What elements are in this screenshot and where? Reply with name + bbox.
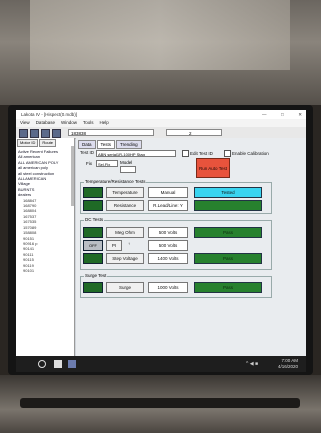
task-view-icon[interactable] (54, 360, 62, 368)
tab-tests[interactable]: Tests (96, 140, 116, 149)
maximize-button[interactable]: □ (281, 110, 284, 119)
dc-group-label: DC Tests (84, 217, 105, 222)
temperature-status: Tested (194, 187, 262, 198)
checkbox-box (182, 150, 189, 157)
tab-motor-id[interactable]: Motor ID (17, 139, 39, 147)
resistance-button[interactable]: Resistance (106, 200, 144, 211)
tab-route[interactable]: Route (39, 139, 57, 147)
step-voltage-status: Pass (194, 253, 262, 264)
temperature-mode[interactable]: Manual (148, 187, 188, 198)
tree-scrollbar[interactable] (71, 146, 74, 206)
refresh-icon[interactable] (52, 129, 61, 138)
step-voltage-indicator (83, 253, 103, 264)
meg-ohm-button[interactable]: Meg Ohm (106, 227, 144, 238)
meg-ohm-voltage[interactable]: 500 Volts (148, 227, 188, 238)
model-select[interactable] (120, 166, 136, 173)
open-icon[interactable] (19, 129, 28, 138)
menu-window[interactable]: Window (61, 119, 77, 127)
fix-label: Fix (86, 161, 92, 166)
run-auto-test-button[interactable]: Run Auto Test (196, 158, 230, 178)
tab-trending[interactable]: Trending (116, 140, 142, 149)
left-panel: Motor ID Route Active Recent Failures All… (16, 138, 75, 356)
fix-select[interactable]: Sel.Fix (96, 160, 118, 167)
clock-date: 4/16/2020 (277, 364, 298, 369)
tab-data[interactable]: Data (78, 140, 96, 149)
resistance-setting[interactable]: R.Lead/Line: Y (148, 200, 188, 211)
test-id-label: Test ID (80, 150, 95, 155)
meg-ohm-status: Pass (194, 227, 262, 238)
menu-view[interactable]: View (20, 119, 30, 127)
surge-button[interactable]: Surge (106, 282, 144, 293)
edit-test-id-checkbox[interactable]: Edit Test ID (182, 150, 213, 157)
checkbox-box (224, 150, 231, 157)
model-label: Model (120, 160, 133, 165)
close-button[interactable]: ✕ (298, 110, 302, 119)
monitor-screen: Lakota IV - [Hispect(0.mdb)] — □ ✕ View … (16, 110, 306, 372)
minimize-button[interactable]: — (262, 110, 267, 119)
left-tabs: Motor ID Route (16, 138, 74, 148)
temperature-group-label: Temperature/Resistance Tests (84, 179, 147, 184)
edit-test-id-label: Edit Test ID (190, 151, 213, 156)
test-id-select[interactable]: ABN serial1R-100HP Stag (96, 150, 176, 157)
toolbar-icons (19, 129, 61, 138)
surge-voltage[interactable]: 1000 Volts (148, 282, 188, 293)
temperature-button[interactable]: Temperature (106, 187, 144, 198)
up-arrow-icon[interactable]: ↑ (128, 241, 130, 246)
resistance-indicator (83, 200, 103, 211)
temperature-indicator (83, 187, 103, 198)
menu-bar: View Database Window Tools Help (16, 119, 306, 127)
window-title: Lakota IV - [Hispect(0.mdb)] (21, 112, 78, 117)
system-tray[interactable]: ^ ◀ ■ (246, 361, 258, 367)
surge-group-label: Surge Test (84, 273, 108, 278)
title-bar: Lakota IV - [Hispect(0.mdb)] — □ ✕ (16, 110, 306, 119)
menu-database[interactable]: Database (36, 119, 55, 127)
taskbar-clock[interactable]: 7:00 AM 4/16/2020 (278, 358, 298, 370)
motor-id-field[interactable]: 183838 (68, 129, 154, 136)
step-voltage-button[interactable]: Step Voltage (106, 253, 144, 264)
print-icon[interactable] (41, 129, 50, 138)
pi-button[interactable]: PI (106, 240, 122, 251)
resistance-status (194, 200, 262, 211)
app-taskbar-icon[interactable] (68, 360, 76, 368)
main-panel: Data Tests Trending Test ID ABN serial1R… (76, 138, 306, 356)
step-voltage-value[interactable]: 1400 Volts (148, 253, 188, 264)
search-icon[interactable] (38, 360, 46, 368)
pi-indicator: OFF (83, 240, 103, 251)
tree-item[interactable]: 90101 (18, 268, 74, 273)
main-tabs: Data Tests Trending (76, 138, 306, 149)
secondary-field[interactable]: 2 (166, 129, 222, 136)
menu-tools[interactable]: Tools (83, 119, 94, 127)
save-icon[interactable] (30, 129, 39, 138)
menu-help[interactable]: Help (99, 119, 108, 127)
taskbar: ^ ◀ ■ 7:00 AM 4/16/2020 (16, 356, 306, 372)
surge-indicator (83, 282, 103, 293)
pi-voltage[interactable]: 500 Volts (148, 240, 188, 251)
meg-ohm-indicator (83, 227, 103, 238)
background-light (30, 0, 290, 70)
enable-calibration-checkbox[interactable]: Enable Calibration (224, 150, 269, 157)
surge-status: Pass (194, 282, 262, 293)
enable-calibration-label: Enable Calibration (232, 151, 269, 156)
keyboard-edge (20, 398, 300, 408)
motor-tree: Active Recent Failures All american ALL AM… (16, 148, 74, 273)
window-controls: — □ ✕ (262, 110, 302, 119)
